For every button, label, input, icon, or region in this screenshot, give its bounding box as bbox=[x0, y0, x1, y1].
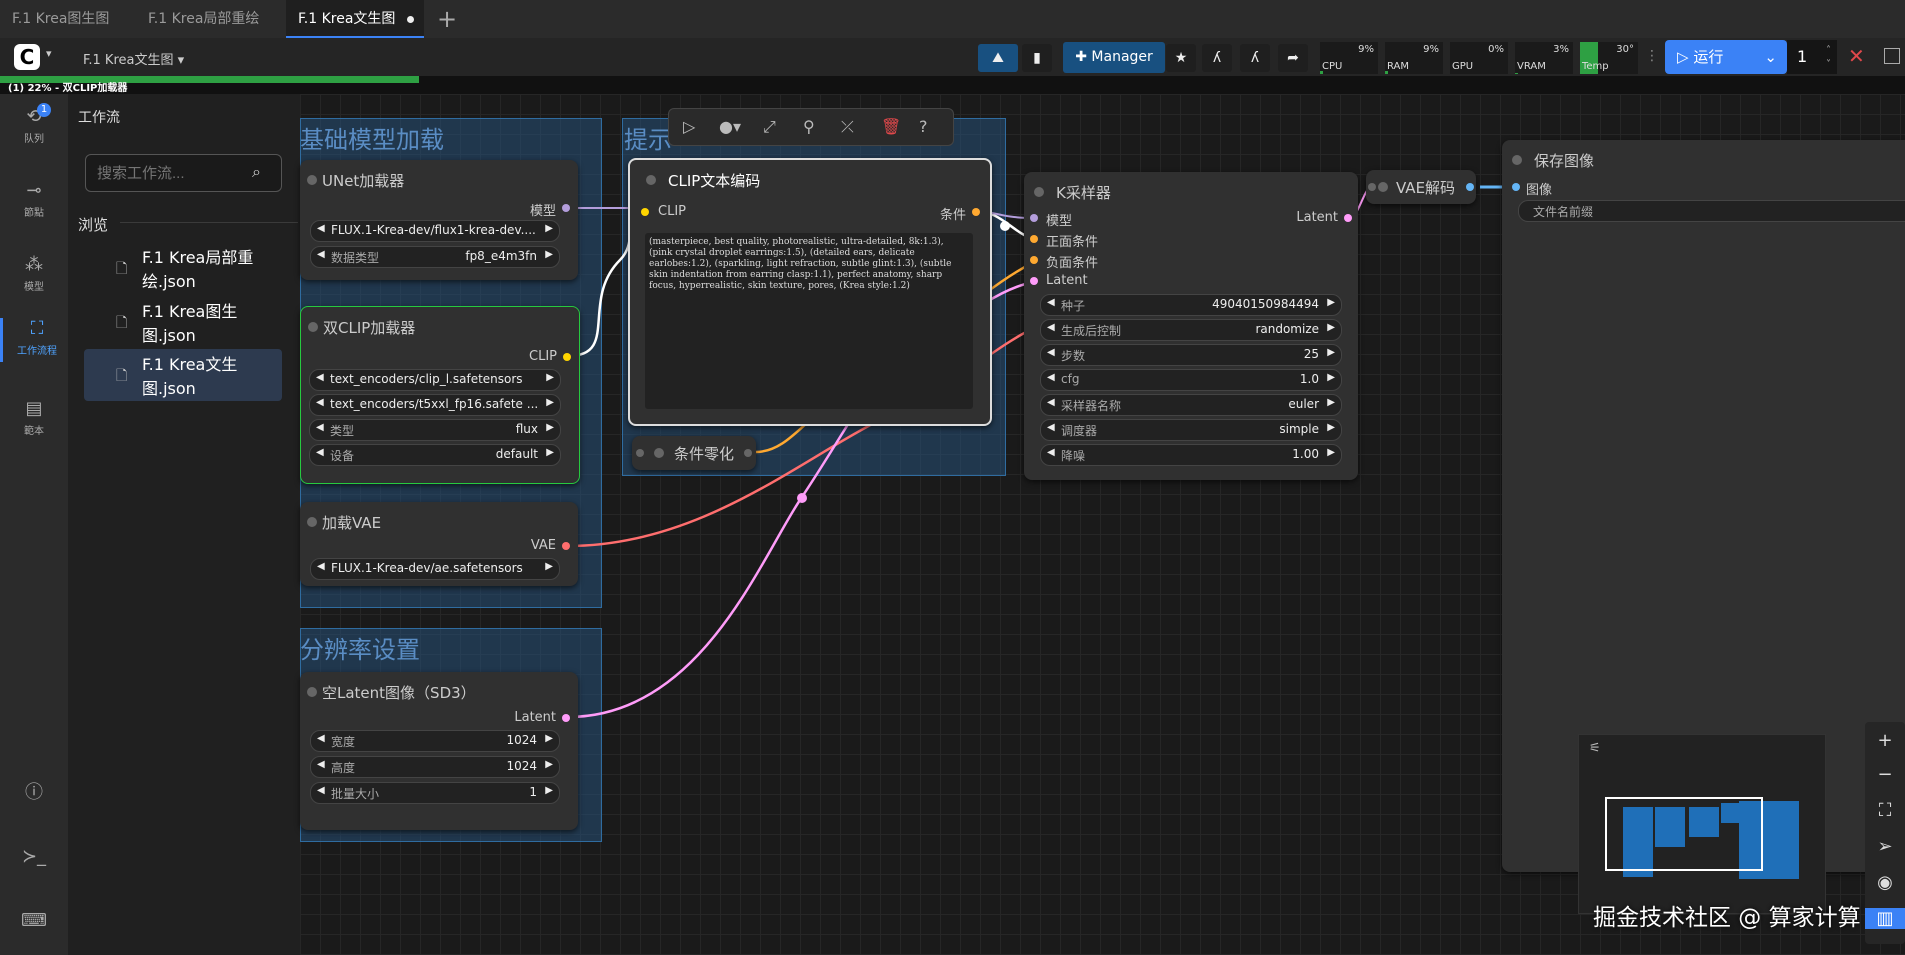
node-dual-clip-loader[interactable]: 双CLIP加载器 CLIP ◀ text_encoders/clip_l.safe… bbox=[300, 306, 580, 484]
scheduler-select[interactable]: ◀ 调度器 simple ▶ bbox=[1040, 419, 1342, 441]
node-toolbar: ▷ ●▾ ⤢ ⚲ ⤫ 🗑 ? bbox=[668, 108, 954, 146]
settings-icon[interactable]: ⚟ bbox=[1589, 741, 1601, 756]
select-mode-icon[interactable]: ➢ bbox=[1865, 836, 1905, 857]
pin-icon[interactable]: ⚲ bbox=[803, 117, 815, 136]
node-collapse-dot[interactable] bbox=[307, 687, 317, 697]
play-icon[interactable]: ▷ bbox=[683, 117, 695, 136]
node-empty-latent[interactable]: 空Latent图像（SD3） Latent ◀ 宽度 1024 ▶ ◀ 高度 1024 ▶ … bbox=[300, 672, 578, 830]
output-slot-latent[interactable] bbox=[562, 714, 570, 722]
node-ksampler[interactable]: K采样器 模型 正面条件 负面条件 Latent Latent ◀ 种子 49040… bbox=[1024, 172, 1358, 480]
output-slot-conditioning[interactable] bbox=[972, 208, 980, 216]
clip-name2-select[interactable]: ◀ text_encoders/t5xxl_fp16.safete ... ▶ bbox=[309, 394, 561, 416]
output-slot-model[interactable] bbox=[562, 204, 570, 212]
node-vae-loader[interactable]: 加载VAE VAE ◀ FLUX.1-Krea-dev/ae.safetensor… bbox=[300, 502, 578, 586]
input-slot-positive[interactable] bbox=[1030, 235, 1038, 243]
clip-type-select[interactable]: ◀ 类型 flux ▶ bbox=[309, 419, 561, 441]
node-vae-decode[interactable]: VAE解码 bbox=[1366, 170, 1476, 204]
node-conditioning-zero[interactable]: 条件零化 bbox=[632, 436, 756, 470]
output-slot-latent[interactable] bbox=[1344, 214, 1352, 222]
output-slot-vae[interactable] bbox=[562, 542, 570, 550]
steps-input[interactable]: ◀ 步数 25 ▶ bbox=[1040, 344, 1342, 366]
filename-prefix-input[interactable]: 文件名前缀 bbox=[1518, 200, 1905, 222]
node-collapse-dot[interactable] bbox=[1034, 187, 1044, 197]
control-after-generate-select[interactable]: ◀ 生成后控制 randomize ▶ bbox=[1040, 319, 1342, 341]
help-icon[interactable]: ? bbox=[919, 117, 928, 136]
node-collapse-dot[interactable] bbox=[307, 517, 317, 527]
color-picker-icon[interactable]: ●▾ bbox=[719, 117, 741, 136]
node-collapse-dot[interactable] bbox=[308, 322, 318, 332]
canvas-controls: + − ⛶ ➢ ◉ ▥ bbox=[1865, 722, 1905, 944]
node-collapse-dot[interactable] bbox=[1378, 182, 1388, 192]
output-slot-image[interactable] bbox=[1466, 183, 1474, 191]
cfg-input[interactable]: ◀ cfg 1.0 ▶ bbox=[1040, 369, 1342, 391]
prompt-textarea[interactable]: (masterpiece, best quality, photorealist… bbox=[645, 233, 973, 409]
collapse-icon[interactable]: ⤫ bbox=[841, 117, 854, 137]
input-slot-image[interactable] bbox=[1512, 183, 1520, 191]
clip-name1-select[interactable]: ◀ text_encoders/clip_l.safetensors ▶ bbox=[309, 369, 561, 391]
node-collapse-dot[interactable] bbox=[654, 448, 664, 458]
zoom-in-icon[interactable]: + bbox=[1865, 730, 1905, 751]
input-slot-negative[interactable] bbox=[1030, 256, 1038, 264]
minimap-toggle-icon[interactable]: ▥ bbox=[1865, 908, 1905, 929]
height-input[interactable]: ◀ 高度 1024 ▶ bbox=[310, 756, 560, 778]
watermark: 掘金技术社区 @ 算家计算 bbox=[1593, 905, 1861, 931]
sampler-name-select[interactable]: ◀ 采样器名称 euler ▶ bbox=[1040, 394, 1342, 416]
visibility-icon[interactable]: ◉ bbox=[1865, 872, 1905, 893]
input-slot-model[interactable] bbox=[1030, 214, 1038, 222]
output-slot[interactable] bbox=[744, 449, 752, 457]
input-slot[interactable] bbox=[636, 449, 644, 457]
delete-icon[interactable]: 🗑 bbox=[881, 117, 901, 136]
zoom-out-icon[interactable]: − bbox=[1865, 764, 1905, 785]
denoise-input[interactable]: ◀ 降噪 1.00 ▶ bbox=[1040, 444, 1342, 466]
output-slot-clip[interactable] bbox=[563, 353, 571, 361]
seed-input[interactable]: ◀ 种子 49040150984494 ▶ bbox=[1040, 294, 1342, 316]
batch-size-input[interactable]: ◀ 批量大小 1 ▶ bbox=[310, 782, 560, 804]
node-collapse-dot[interactable] bbox=[646, 175, 656, 185]
weight-dtype-select[interactable]: ◀ 数据类型 fp8_e4m3fn ▶ bbox=[310, 246, 560, 268]
vae-name-select[interactable]: ◀ FLUX.1-Krea-dev/ae.safetensors ▶ bbox=[310, 558, 560, 580]
clip-device-select[interactable]: ◀ 设备 default ▶ bbox=[309, 444, 561, 466]
input-slot-clip[interactable] bbox=[641, 208, 649, 216]
minimap-viewport[interactable] bbox=[1605, 797, 1763, 871]
input-slot[interactable] bbox=[1368, 183, 1376, 191]
width-input[interactable]: ◀ 宽度 1024 ▶ bbox=[310, 730, 560, 752]
bypass-icon[interactable]: ⤢ bbox=[763, 117, 776, 137]
unet-name-select[interactable]: ◀ FLUX.1-Krea-dev/flux1-krea-dev.... ▶ bbox=[310, 220, 560, 242]
minimap[interactable]: ⚟ bbox=[1578, 734, 1826, 914]
node-collapse-dot[interactable] bbox=[307, 175, 317, 185]
fit-view-icon[interactable]: ⛶ bbox=[1865, 800, 1905, 821]
input-slot-latent[interactable] bbox=[1030, 277, 1038, 285]
node-unet-loader[interactable]: UNet加载器 模型 ◀ FLUX.1-Krea-dev/flux1-krea-d… bbox=[300, 160, 578, 280]
node-collapse-dot[interactable] bbox=[1512, 155, 1522, 165]
